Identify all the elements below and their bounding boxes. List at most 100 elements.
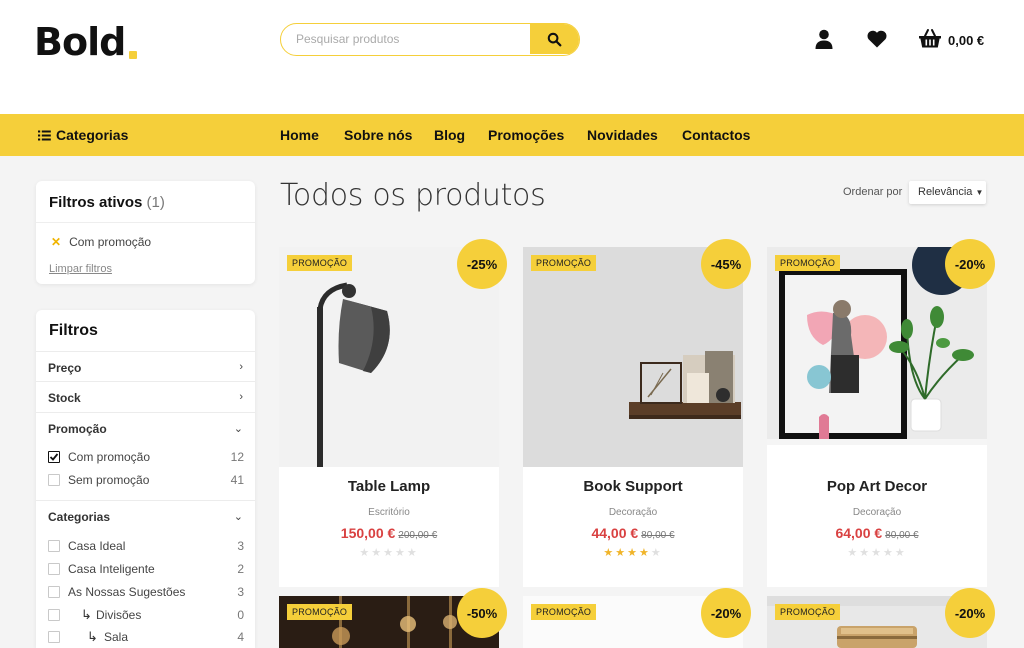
filters-title: Filtros bbox=[49, 322, 98, 339]
promo-tag: PROMOÇÃO bbox=[775, 255, 841, 271]
nav-link-new[interactable]: Novidades bbox=[587, 127, 658, 143]
current-price: 64,00 € bbox=[835, 525, 883, 541]
star-icon: ★ bbox=[847, 547, 860, 559]
filter-group-label: Promoção bbox=[48, 422, 107, 436]
checkbox[interactable] bbox=[48, 563, 60, 575]
rating-stars: ★★★★★ bbox=[279, 546, 499, 559]
product-card[interactable]: PROMOÇÃO -45% Book Support Decoração 44,… bbox=[523, 239, 751, 587]
active-filters-panel: Filtros ativos (1) ✕ Com promoção Limpar… bbox=[36, 181, 255, 284]
filter-group-label: Preço bbox=[48, 361, 82, 375]
filter-option-label: Com promoção bbox=[68, 450, 151, 464]
search-input[interactable] bbox=[281, 24, 531, 54]
filter-option-with-promo[interactable]: Com promoção 12 bbox=[48, 449, 244, 467]
filter-option-category[interactable]: Casa Inteligente 2 bbox=[48, 561, 244, 579]
filter-option-label: As Nossas Sugestões bbox=[68, 585, 186, 599]
product-card[interactable]: PROMOÇÃO -20% bbox=[523, 588, 751, 648]
cart-total[interactable]: 0,00 € bbox=[948, 33, 984, 48]
product-card[interactable]: PROMOÇÃO -20% Pop Art Decor Decoração 64… bbox=[767, 239, 995, 587]
categories-menu-button[interactable]: Categorias bbox=[38, 127, 128, 143]
discount-badge: -45% bbox=[701, 239, 751, 289]
filter-option-count: 12 bbox=[230, 450, 244, 464]
old-price: 80,00 € bbox=[641, 530, 675, 541]
filter-group-label: Stock bbox=[48, 391, 81, 405]
product-name[interactable]: Pop Art Decor bbox=[767, 478, 987, 495]
product-card[interactable]: PROMOÇÃO -20% bbox=[767, 588, 995, 648]
discount-badge: -25% bbox=[457, 239, 507, 289]
current-price: 44,00 € bbox=[591, 525, 639, 541]
discount-badge: -20% bbox=[945, 588, 995, 638]
nav-link-contacts[interactable]: Contactos bbox=[682, 127, 750, 143]
filter-option-category[interactable]: ↳ Sala 4 bbox=[48, 629, 244, 647]
product-category: Escritório bbox=[368, 507, 410, 518]
star-icon: ★ bbox=[406, 547, 419, 559]
filter-group-promotion[interactable]: Promoção ⌄ bbox=[36, 412, 255, 442]
filter-group-price[interactable]: Preço › bbox=[36, 351, 255, 381]
chevron-right-icon: › bbox=[239, 361, 243, 373]
checkbox[interactable] bbox=[48, 540, 60, 552]
product-category: Decoração bbox=[852, 507, 902, 518]
filter-option-count: 3 bbox=[237, 585, 244, 599]
filter-group-categories[interactable]: Categorias ⌄ bbox=[36, 500, 255, 530]
active-filter-chip[interactable]: ✕ Com promoção bbox=[51, 235, 151, 249]
checkbox[interactable] bbox=[48, 451, 60, 463]
sort-select[interactable]: Relevância ▼ bbox=[909, 181, 986, 204]
star-icon: ★ bbox=[359, 547, 372, 559]
filter-option-without-promo[interactable]: Sem promoção 41 bbox=[48, 472, 244, 490]
star-icon: ★ bbox=[882, 547, 895, 559]
product-name[interactable]: Book Support bbox=[523, 478, 743, 495]
active-filter-label: Com promoção bbox=[69, 235, 152, 249]
categories-label: Categorias bbox=[56, 127, 129, 143]
filter-option-category[interactable]: ↳ Divisões 0 bbox=[48, 607, 244, 625]
checkbox[interactable] bbox=[48, 609, 60, 621]
nav-link-blog[interactable]: Blog bbox=[434, 127, 465, 143]
logo-dot bbox=[129, 51, 137, 59]
chevron-down-icon: ⌄ bbox=[233, 511, 243, 523]
promo-tag: PROMOÇÃO bbox=[287, 604, 353, 620]
subcategory-arrow-icon: ↳ bbox=[81, 607, 92, 622]
filter-option-label: Sala bbox=[104, 630, 129, 644]
discount-badge: -20% bbox=[945, 239, 995, 289]
brand-logo[interactable]: Bold bbox=[34, 20, 126, 64]
filter-group-stock[interactable]: Stock › bbox=[36, 381, 255, 411]
filter-option-count: 3 bbox=[237, 539, 244, 553]
filter-option-category[interactable]: As Nossas Sugestões 3 bbox=[48, 584, 244, 602]
product-price: 64,00 €80,00 € bbox=[767, 525, 987, 543]
nav-link-home[interactable]: Home bbox=[280, 127, 319, 143]
nav-link-about[interactable]: Sobre nós bbox=[344, 127, 412, 143]
nav-link-promotions[interactable]: Promoções bbox=[488, 127, 564, 143]
search-button[interactable] bbox=[530, 24, 579, 54]
divider bbox=[36, 222, 255, 223]
star-icon: ★ bbox=[394, 547, 407, 559]
discount-badge: -50% bbox=[457, 588, 507, 638]
list-icon bbox=[38, 130, 51, 140]
search-bar bbox=[280, 23, 580, 56]
product-category: Decoração bbox=[608, 507, 658, 518]
promo-tag: PROMOÇÃO bbox=[775, 604, 841, 620]
header: Bold 0,00 € bbox=[0, 0, 1024, 114]
star-icon: ★ bbox=[859, 547, 872, 559]
star-icon: ★ bbox=[638, 547, 651, 559]
checkbox[interactable] bbox=[48, 474, 60, 486]
close-icon[interactable]: ✕ bbox=[51, 235, 61, 249]
checkbox[interactable] bbox=[48, 631, 60, 643]
check-icon bbox=[49, 453, 59, 461]
main-nav: Categorias Home Sobre nós Blog Promoções… bbox=[0, 114, 1024, 156]
clear-filters-link[interactable]: Limpar filtros bbox=[49, 263, 112, 275]
user-icon[interactable] bbox=[813, 28, 835, 50]
subcategory-arrow-icon: ↳ bbox=[87, 629, 98, 644]
active-filters-heading: Filtros ativos bbox=[49, 194, 143, 211]
discount-badge: -20% bbox=[701, 588, 751, 638]
promo-tag: PROMOÇÃO bbox=[287, 255, 353, 271]
heart-icon[interactable] bbox=[866, 28, 888, 50]
old-price: 200,00 € bbox=[398, 530, 438, 541]
star-icon: ★ bbox=[371, 547, 384, 559]
product-card[interactable]: PROMOÇÃO -50% bbox=[279, 588, 507, 648]
filter-option-category[interactable]: Casa Ideal 3 bbox=[48, 538, 244, 556]
filter-option-count: 2 bbox=[237, 562, 244, 576]
chevron-right-icon: › bbox=[239, 391, 243, 403]
product-name[interactable]: Table Lamp bbox=[279, 478, 499, 495]
chevron-down-icon: ⌄ bbox=[233, 423, 243, 435]
cart-icon[interactable] bbox=[918, 28, 942, 50]
checkbox[interactable] bbox=[48, 586, 60, 598]
product-card[interactable]: PROMOÇÃO -25% Table Lamp Escritório 150,… bbox=[279, 239, 507, 587]
